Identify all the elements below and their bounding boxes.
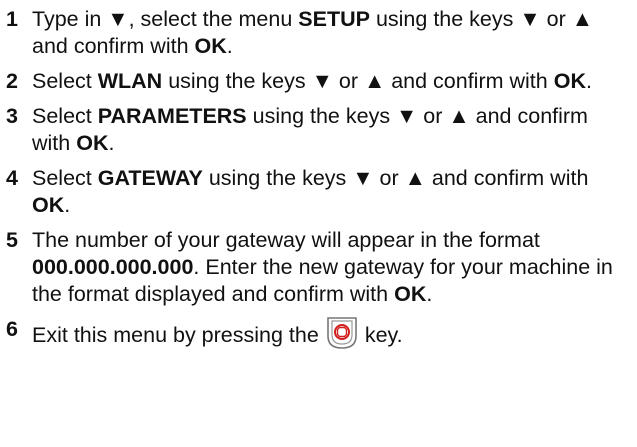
step-number: 1: [6, 7, 18, 31]
step-text: Select GATEWAY using the keys ▼ or ▲ and…: [32, 165, 629, 219]
gateway-format: 000.000.000.000: [32, 255, 194, 279]
step-number: 3: [6, 104, 18, 128]
ok-key-label: OK: [394, 282, 427, 306]
step-text-part: key.: [364, 323, 403, 347]
step-text-part: .: [585, 69, 592, 93]
step-text: The number of your gateway will appear i…: [32, 227, 629, 308]
step-text: Type in ▼, select the menu SETUP using t…: [32, 6, 629, 60]
step-text-part: .: [108, 131, 115, 155]
step-3: 3 Select PARAMETERS using the keys ▼ or …: [6, 103, 629, 157]
step-number: 5: [6, 228, 18, 252]
menu-name: PARAMETERS: [97, 104, 247, 128]
ok-key-label: OK: [553, 69, 586, 93]
ok-key-label: OK: [194, 34, 227, 58]
step-text-part: Type in ▼, select the menu: [32, 7, 299, 31]
step-5: 5 The number of your gateway will appear…: [6, 227, 629, 308]
step-text-part: .: [226, 34, 233, 58]
step-6: 6 Exit this menu by pressing the key.: [6, 316, 629, 350]
step-number: 2: [6, 69, 18, 93]
menu-name: SETUP: [298, 7, 370, 31]
step-text-part: .: [426, 282, 433, 306]
step-text-part: Select: [32, 69, 98, 93]
step-text: Exit this menu by pressing the key.: [32, 316, 629, 350]
instruction-list: 1 Type in ▼, select the menu SETUP using…: [0, 0, 637, 447]
step-number: 6: [6, 317, 18, 341]
step-1: 1 Type in ▼, select the menu SETUP using…: [6, 6, 629, 60]
ok-key-label: OK: [32, 193, 65, 217]
step-text-part: using the keys ▼ or ▲ and confirm with: [162, 69, 554, 93]
stop-key-icon: [325, 316, 359, 350]
step-text: Select WLAN using the keys ▼ or ▲ and co…: [32, 68, 629, 95]
step-text-part: using the keys ▼ or ▲ and confirm with: [202, 166, 589, 190]
step-text-part: Select: [32, 104, 98, 128]
step-4: 4 Select GATEWAY using the keys ▼ or ▲ a…: [6, 165, 629, 219]
step-number: 4: [6, 166, 18, 190]
step-2: 2 Select WLAN using the keys ▼ or ▲ and …: [6, 68, 629, 95]
step-text: Select PARAMETERS using the keys ▼ or ▲ …: [32, 103, 629, 157]
ok-key-label: OK: [76, 131, 109, 155]
step-text-part: .: [64, 193, 71, 217]
step-text-part: The number of your gateway will appear i…: [32, 228, 540, 252]
menu-name: GATEWAY: [97, 166, 203, 190]
step-text-part: Select: [32, 166, 98, 190]
menu-name: WLAN: [97, 69, 163, 93]
step-text-part: Exit this menu by pressing the: [32, 323, 319, 347]
